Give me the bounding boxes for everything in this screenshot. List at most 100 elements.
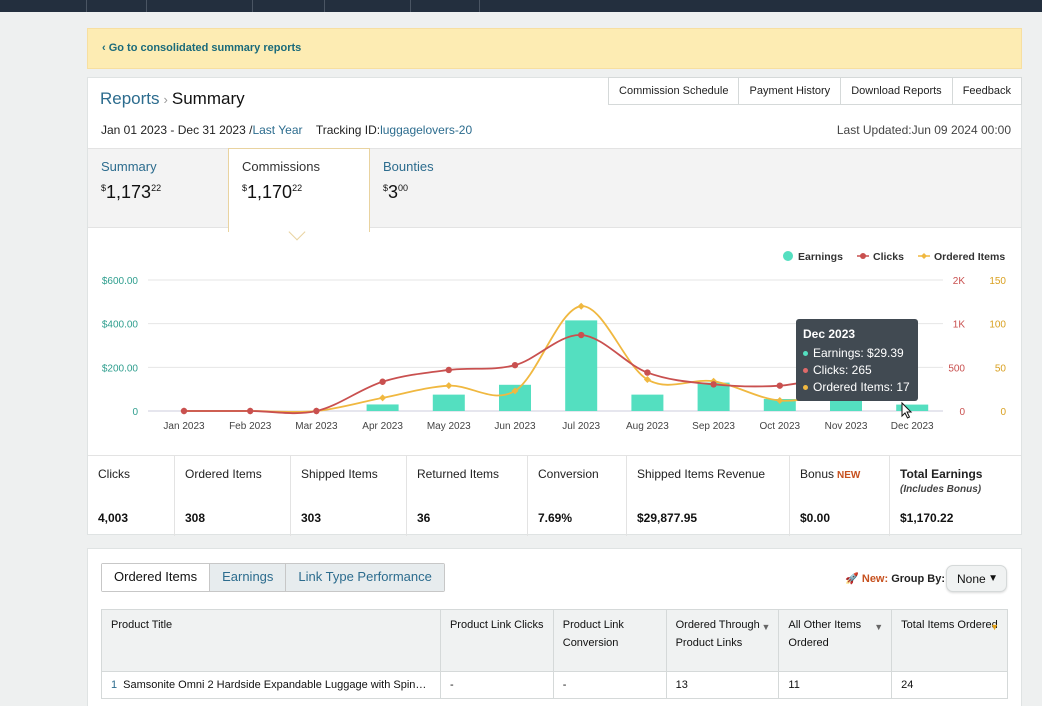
- col-product-title[interactable]: Product Title: [101, 609, 441, 672]
- ordered-items-table: Product Title Product Link Clicks Produc…: [101, 609, 1008, 699]
- metrics-row: Clicks 4,003 Ordered Items 308 Shipped Ite…: [88, 455, 1021, 536]
- nav-separator: [479, 0, 480, 12]
- metric-shipped-revenue: Shipped Items Revenue $29,877.95: [627, 456, 790, 536]
- clicks-point: [379, 378, 386, 385]
- tooltip-ordered-items: Ordered Items: 17: [803, 379, 911, 396]
- tracking-id-link[interactable]: luggagelovers-20: [380, 123, 472, 137]
- cell-total-items: 24: [891, 671, 1008, 699]
- ordered-items-point: [577, 302, 585, 310]
- x-axis-tick: Oct 2023: [760, 421, 801, 432]
- tab-ordered-items[interactable]: Ordered Items: [102, 564, 210, 591]
- tab-bounties[interactable]: Bounties $300: [370, 149, 510, 229]
- ordered-items-point: [379, 394, 387, 402]
- chevron-right-icon: ›: [163, 92, 168, 107]
- metric-total-earnings: Total Earnings (Includes Bonus) $1,170.22: [900, 467, 983, 525]
- x-axis-tick: Jun 2023: [494, 421, 536, 432]
- commission-schedule-tab[interactable]: Commission Schedule: [608, 77, 740, 105]
- x-axis-tick: Dec 2023: [891, 421, 934, 432]
- tab-summary[interactable]: Summary $1,17322: [88, 149, 228, 229]
- x-axis-tick: Jan 2023: [163, 421, 205, 432]
- last-year-link[interactable]: Last Year: [252, 123, 302, 137]
- top-navigation-bar: [0, 0, 1042, 12]
- clicks-point: [313, 407, 320, 415]
- chevron-down-icon: ▼: [988, 573, 998, 584]
- sort-icon: ▼: [761, 622, 771, 632]
- breadcrumb-reports-link[interactable]: Reports: [100, 89, 160, 108]
- nav-separator: [252, 0, 253, 12]
- clicks-point: [578, 331, 585, 339]
- earnings-bar: [432, 394, 465, 411]
- cell-ordered-through: 13: [665, 671, 780, 699]
- clicks-point: [445, 366, 452, 374]
- date-range: Jan 01 2023 - Dec 31 2023 /: [101, 123, 253, 137]
- clicks-point: [247, 407, 254, 415]
- earnings-bar: [631, 394, 664, 411]
- report-header-tabs: Commission Schedule Payment History Down…: [608, 77, 1022, 105]
- clicks-axis-tick: 0: [959, 407, 965, 418]
- metric-shipped-items: Shipped Items 303: [291, 456, 407, 536]
- group-by-label: 🚀 New: Group By:: [845, 573, 945, 585]
- nav-separator: [86, 0, 87, 12]
- clicks-point: [180, 407, 188, 415]
- metric-ordered-items: Ordered Items 308: [175, 456, 291, 536]
- left-axis-tick: $600.00: [102, 276, 139, 287]
- consolidated-reports-banner: ‹ Go to consolidated summary reports: [87, 28, 1022, 69]
- col-product-link-conversion[interactable]: Product Link Conversion: [552, 609, 667, 672]
- table-row[interactable]: 1 Samsonite Omni 2 Hardside Expandable Lu…: [101, 671, 1008, 699]
- x-axis-tick: May 2023: [427, 421, 471, 432]
- feedback-tab[interactable]: Feedback: [951, 77, 1022, 105]
- ordered-items-point: [445, 382, 453, 390]
- payment-history-tab[interactable]: Payment History: [738, 77, 842, 105]
- tab-bounties-label: Bounties: [383, 159, 434, 174]
- legend-label: Ordered Items: [934, 251, 1005, 263]
- legend-label: Clicks: [873, 251, 904, 263]
- table-header-row: Product Title Product Link Clicks Produc…: [101, 609, 1008, 672]
- metric-conversion: Conversion 7.69%: [528, 456, 627, 536]
- clicks-point: [710, 381, 717, 388]
- date-range-row: Jan 01 2023 - Dec 31 2023 /Last Year Tra…: [101, 123, 472, 137]
- tab-commissions[interactable]: Commissions $1,17022: [228, 148, 370, 241]
- x-axis-tick: Apr 2023: [362, 421, 403, 432]
- x-axis-tick: Nov 2023: [825, 421, 868, 432]
- earnings-bar: [366, 404, 399, 411]
- left-axis-tick: $200.00: [102, 363, 139, 374]
- legend-marker: [860, 253, 866, 259]
- sort-icon: ▼: [874, 622, 884, 632]
- chart-tooltip: Dec 2023 Earnings: $29.39 Clicks: 265 Or…: [796, 319, 918, 401]
- clicks-axis-tick: 500: [948, 363, 965, 374]
- col-ordered-through[interactable]: Ordered Through Product Links ▼: [665, 609, 780, 672]
- tab-link-type-performance[interactable]: Link Type Performance: [285, 564, 444, 591]
- cell-product-title[interactable]: 1 Samsonite Omni 2 Hardside Expandable Lu…: [101, 671, 441, 699]
- nav-separator: [410, 0, 411, 12]
- clicks-point: [776, 382, 783, 389]
- tooltip-earnings: Earnings: $29.39: [803, 345, 911, 362]
- ordered-axis-tick: 150: [989, 276, 1006, 287]
- clicks-axis-tick: 2K: [953, 276, 966, 287]
- cell-all-other-items: 11: [778, 671, 893, 699]
- rocket-icon: 🚀: [845, 573, 859, 585]
- consolidated-summary-link[interactable]: ‹ Go to consolidated summary reports: [102, 42, 301, 54]
- group-by-select[interactable]: None ▼: [946, 565, 1007, 592]
- items-report-card: Ordered Items Earnings Link Type Perform…: [87, 548, 1022, 706]
- clicks-axis-tick: 1K: [953, 320, 966, 331]
- col-product-link-clicks[interactable]: Product Link Clicks: [439, 609, 554, 672]
- col-total-items-ordered[interactable]: Total Items Ordered ▼: [891, 609, 1008, 672]
- tab-commissions-label: Commissions: [242, 159, 321, 174]
- summary-amount: $1,17322: [101, 182, 162, 202]
- clicks-point: [511, 361, 519, 369]
- x-axis-tick: Aug 2023: [626, 421, 669, 432]
- cell-product-link-clicks: -: [439, 671, 554, 699]
- x-axis-tick: Sep 2023: [692, 421, 735, 432]
- legend-marker: [783, 251, 793, 261]
- metric-clicks: Clicks 4,003: [88, 456, 175, 536]
- commissions-amount: $1,17022: [242, 182, 303, 202]
- download-reports-tab[interactable]: Download Reports: [840, 77, 953, 105]
- breadcrumb: Reports › Summary: [100, 89, 245, 109]
- col-all-other-items[interactable]: All Other Items Ordered ▼: [778, 609, 893, 672]
- ordered-axis-tick: 0: [1000, 407, 1006, 418]
- report-tabs: Ordered Items Earnings Link Type Perform…: [101, 563, 445, 592]
- clicks-point: [644, 369, 651, 376]
- summary-report-card: Reports › Summary Commission Schedule Paym…: [87, 77, 1022, 536]
- ordered-axis-tick: 100: [989, 320, 1006, 331]
- tab-earnings[interactable]: Earnings: [209, 564, 286, 591]
